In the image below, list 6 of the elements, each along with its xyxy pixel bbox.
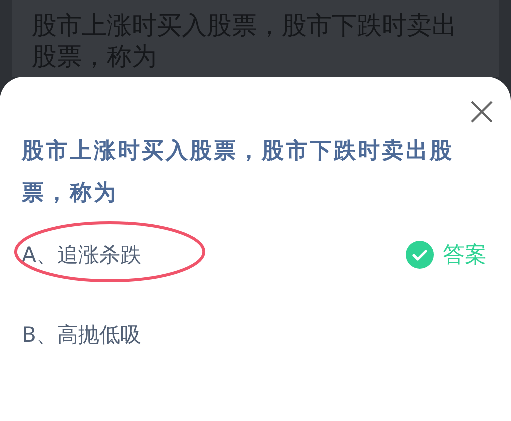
close-button[interactable] [471,101,493,123]
question-title: 股市上涨时买入股票，股市下跌时卖出股票，称为 [22,138,455,208]
option-text[interactable]: B、高抛低吸 [22,321,142,349]
close-icon [471,101,493,123]
answer-label: 答案 [443,242,487,270]
check-circle-icon [406,241,434,269]
